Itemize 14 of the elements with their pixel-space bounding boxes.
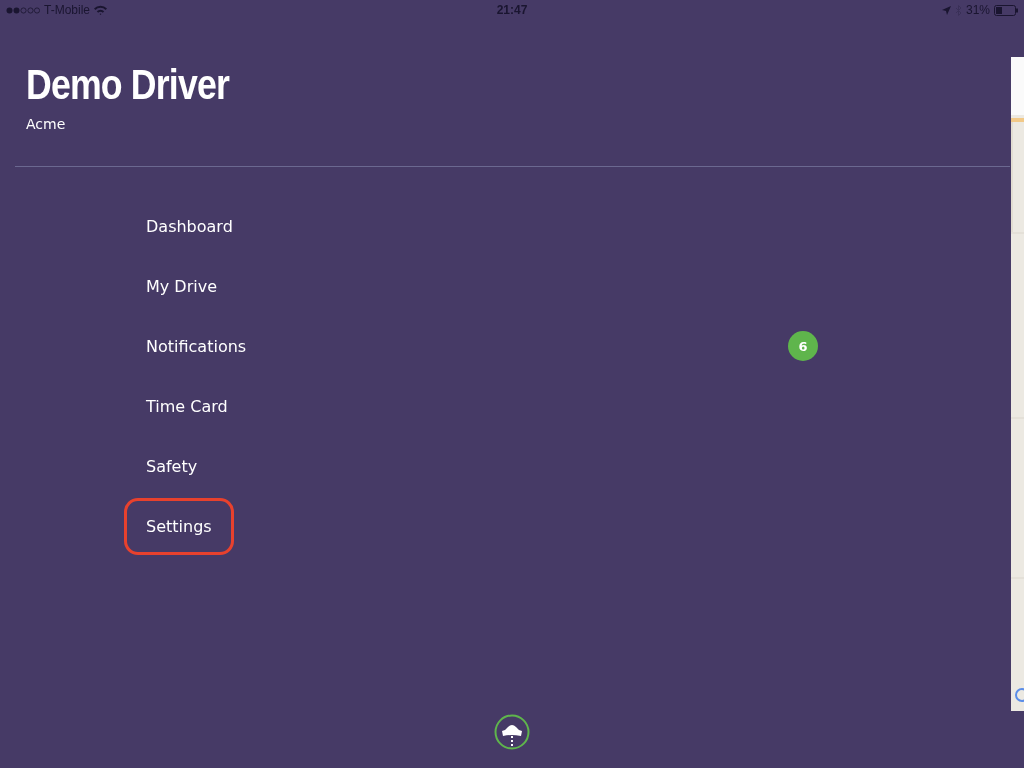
menu-item[interactable]: Safety — [124, 437, 220, 495]
battery-icon — [994, 4, 1018, 16]
menu-item[interactable]: My Drive — [124, 257, 239, 315]
company-name: Acme — [26, 116, 67, 132]
menu-item[interactable]: Settings — [124, 497, 234, 555]
count-badge: 6 — [788, 331, 818, 361]
menu-item[interactable]: Time Card — [124, 377, 250, 435]
road-logo-icon — [494, 714, 530, 750]
location-arrow-icon — [942, 5, 951, 15]
signal-icon — [6, 6, 40, 14]
menu-item[interactable]: Notifications — [124, 317, 269, 375]
menu-item[interactable]: Dashboard — [124, 197, 255, 255]
driver-name: Demo Driver — [26, 60, 229, 110]
wifi-icon — [94, 5, 107, 15]
